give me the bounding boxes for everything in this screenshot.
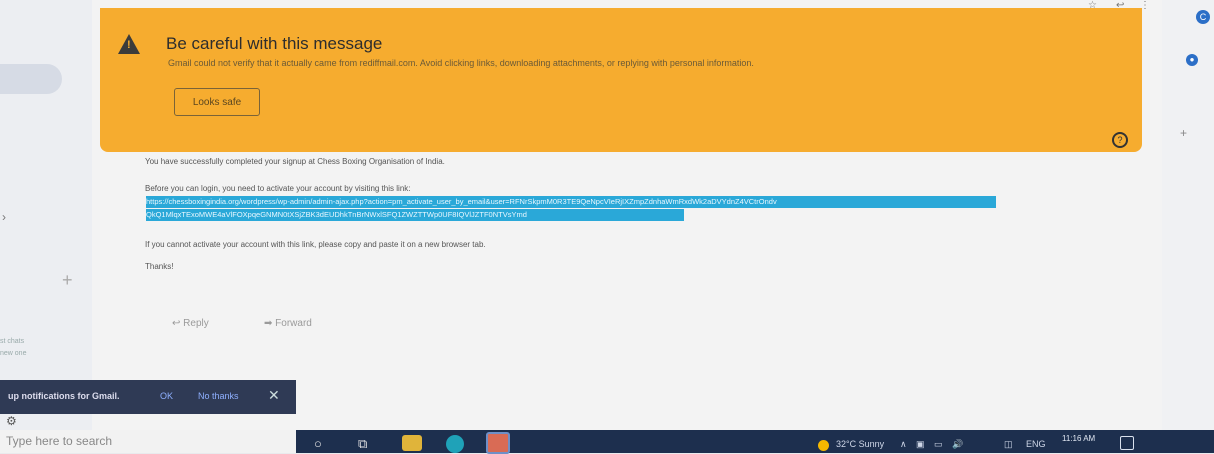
- settings-gear-icon[interactable]: ⚙: [6, 414, 17, 428]
- activation-link-line-1[interactable]: https://chessboxingindia.org/wordpress/w…: [146, 196, 996, 208]
- reply-button[interactable]: ↩ Reply: [172, 318, 209, 329]
- help-icon[interactable]: ?: [1112, 132, 1128, 148]
- taskbar-search-input[interactable]: Type here to search: [0, 430, 296, 453]
- sidebar-hint-2: new one: [0, 350, 27, 357]
- chevron-left-icon[interactable]: ›: [2, 210, 6, 224]
- volume-icon[interactable]: 🔊: [952, 439, 963, 450]
- tray-meet-icon[interactable]: ▣: [916, 439, 925, 450]
- add-label-icon[interactable]: +: [62, 270, 73, 291]
- toast-text: up notifications for Gmail.: [8, 391, 120, 401]
- message-line-2: Before you can login, you need to activa…: [145, 184, 411, 193]
- contacts-addon-icon[interactable]: ●: [1186, 54, 1198, 66]
- tray-up-chevron-icon[interactable]: ∧: [900, 439, 907, 450]
- forward-button[interactable]: ➡ Forward: [264, 318, 312, 329]
- message-thanks: Thanks!: [145, 262, 174, 271]
- compose-area[interactable]: [0, 64, 62, 94]
- message-line-1: You have successfully completed your sig…: [145, 157, 445, 166]
- file-explorer-icon[interactable]: [402, 435, 422, 451]
- battery-icon[interactable]: ▭: [934, 439, 943, 450]
- close-icon[interactable]: ✕: [268, 387, 280, 404]
- clock[interactable]: 11:16 AM: [1062, 434, 1095, 443]
- task-view-icon[interactable]: ⧉: [358, 436, 367, 452]
- add-addon-icon[interactable]: +: [1180, 126, 1187, 140]
- forward-label: Forward: [275, 318, 312, 329]
- toast-no-thanks-button[interactable]: No thanks: [198, 391, 239, 401]
- cortana-icon[interactable]: ○: [314, 436, 322, 451]
- notifications-icon[interactable]: [1120, 436, 1134, 450]
- reply-icon: ↩: [172, 318, 184, 329]
- message-line-3: If you cannot activate your account with…: [145, 240, 486, 249]
- language-indicator[interactable]: ENG: [1026, 439, 1046, 449]
- warning-icon: !: [118, 34, 140, 54]
- weather-text[interactable]: 32°C Sunny: [836, 439, 884, 449]
- warning-banner: ! Be careful with this message Gmail cou…: [100, 8, 1142, 152]
- sidebar-hint-1: st chats: [0, 338, 25, 345]
- activation-link-line-2[interactable]: QkQ1MlqxTExoMWE4aVlFOXpqeGNMN0tXSjZBK3dE…: [146, 209, 684, 221]
- notification-toast: up notifications for Gmail. OK No thanks…: [0, 380, 296, 414]
- warning-body: Gmail could not verify that it actually …: [168, 58, 754, 68]
- reply-label: Reply: [183, 318, 209, 329]
- weather-icon: [818, 440, 829, 451]
- gmail-left-sidebar: › + st chats new one: [0, 0, 92, 430]
- warning-title: Be careful with this message: [166, 34, 383, 53]
- network-icon[interactable]: ◫: [1004, 439, 1013, 450]
- forward-icon: ➡: [264, 318, 276, 329]
- edge-icon[interactable]: [446, 435, 464, 453]
- toast-ok-button[interactable]: OK: [160, 391, 173, 401]
- calendar-addon-icon[interactable]: C: [1196, 10, 1210, 24]
- looks-safe-button[interactable]: Looks safe: [174, 88, 260, 116]
- chrome-icon[interactable]: [486, 432, 510, 454]
